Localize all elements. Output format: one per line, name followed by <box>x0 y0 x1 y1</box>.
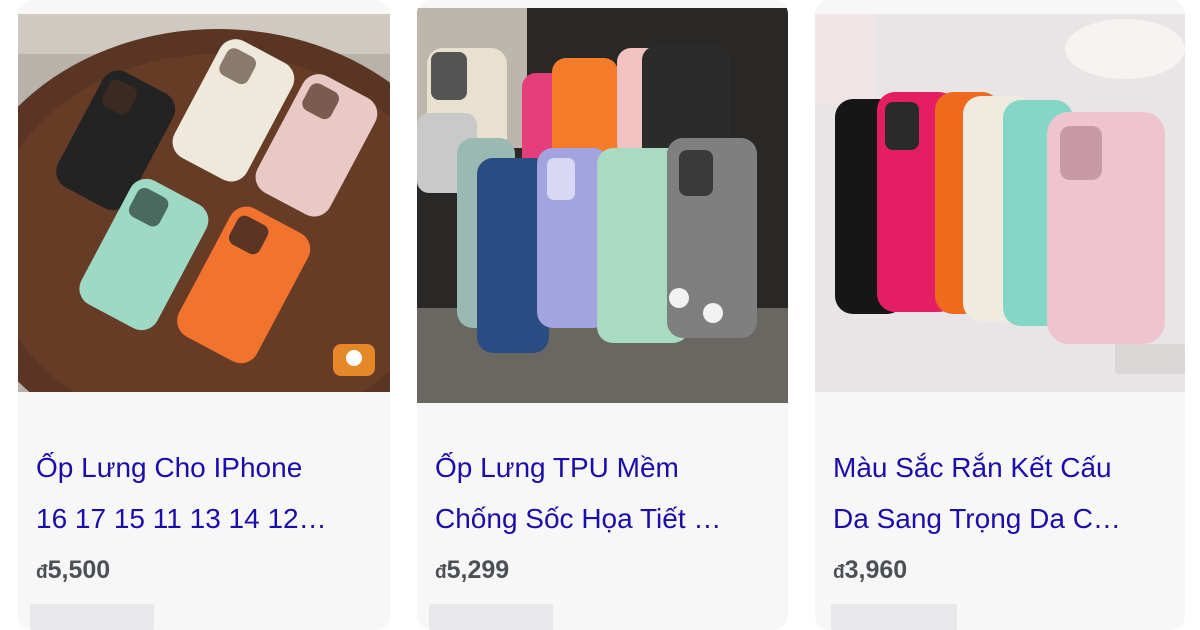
product-title-3-line2: Da Sang Trọng Da C… <box>833 503 1121 534</box>
product-title-1-line1: Ốp Lưng Cho IPhone <box>36 452 303 483</box>
product-price-1: đ5,500 <box>36 556 110 585</box>
loading-placeholder-3 <box>831 604 957 630</box>
product-image-2[interactable] <box>417 8 788 403</box>
currency-symbol: đ <box>435 562 447 583</box>
product-title-2-line2: Chống Sốc Họa Tiết … <box>435 503 722 534</box>
product-title-1-line2: 16 17 15 11 13 14 12… <box>36 503 327 534</box>
product-image-3[interactable] <box>815 14 1185 392</box>
price-value: 3,960 <box>844 556 908 584</box>
loading-placeholder-1 <box>30 604 154 630</box>
product-title-3-line1: Màu Sắc Rắn Kết Cấu <box>833 452 1112 483</box>
product-title-2-line1: Ốp Lưng TPU Mềm <box>435 452 679 483</box>
price-value: 5,299 <box>446 556 510 584</box>
product-card-3[interactable]: Màu Sắc Rắn Kết Cấu Da Sang Trọng Da C… … <box>815 0 1185 630</box>
product-title-2[interactable]: Ốp Lưng TPU Mềm Chống Sốc Họa Tiết … <box>435 442 770 544</box>
product-price-2: đ5,299 <box>435 556 509 585</box>
currency-symbol: đ <box>36 562 48 583</box>
product-title-1[interactable]: Ốp Lưng Cho IPhone 16 17 15 11 13 14 12… <box>36 442 372 544</box>
product-image-1[interactable] <box>18 14 390 392</box>
product-price-3: đ3,960 <box>833 556 907 585</box>
loading-placeholder-2 <box>429 604 553 630</box>
currency-symbol: đ <box>833 562 845 583</box>
product-card-1[interactable]: Ốp Lưng Cho IPhone 16 17 15 11 13 14 12…… <box>18 0 390 630</box>
price-value: 5,500 <box>47 556 111 584</box>
product-title-3[interactable]: Màu Sắc Rắn Kết Cấu Da Sang Trọng Da C… <box>833 442 1167 544</box>
product-card-2[interactable]: Ốp Lưng TPU Mềm Chống Sốc Họa Tiết … đ5,… <box>417 0 788 630</box>
